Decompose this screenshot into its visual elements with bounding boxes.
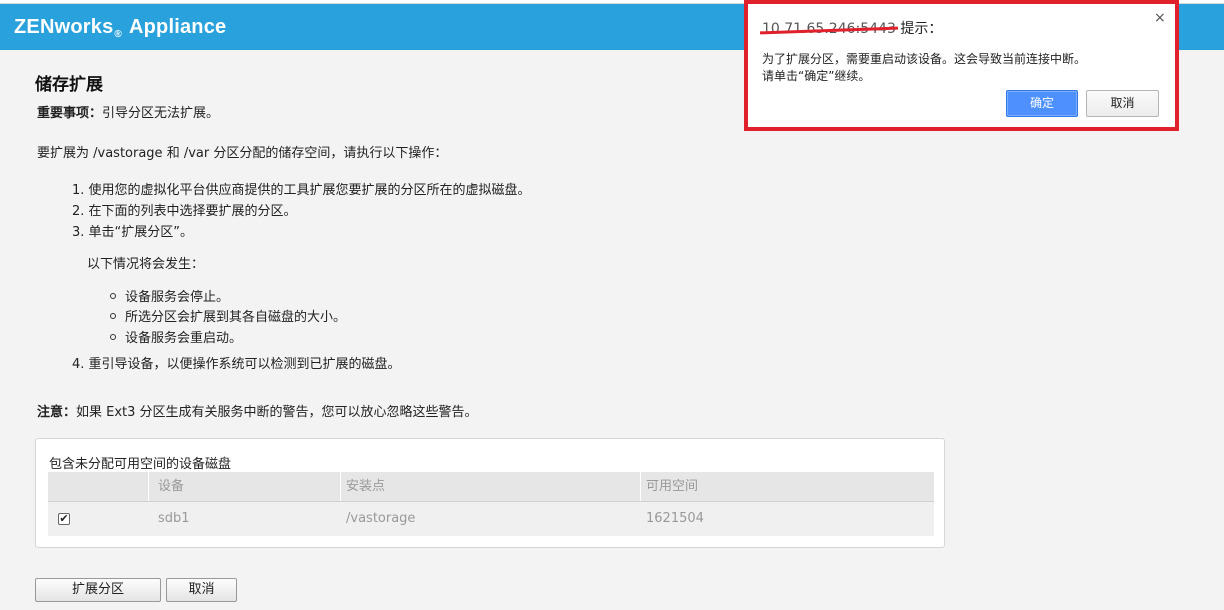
brand-logo: ZENworks® Appliance bbox=[14, 16, 227, 40]
step-2: 2. 在下面的列表中选择要扩展的分区。 bbox=[72, 204, 297, 219]
intro-text: 要扩展为 /vastorage 和 /var 分区分配的储存空间，请执行以下操作… bbox=[37, 146, 448, 161]
disk-table-header: 设备 安装点 可用空间 bbox=[48, 472, 934, 502]
step-1: 1. 使用您的虚拟化平台供应商提供的工具扩展您要扩展的分区所在的虚拟磁盘。 bbox=[72, 183, 531, 198]
dialog-title: 10.71.65.246:5443 提示： bbox=[762, 21, 943, 37]
bullet-item: 设备服务会停止。 bbox=[110, 286, 229, 305]
dialog-cancel-button[interactable]: 取消 bbox=[1086, 90, 1159, 117]
bullet-circle-icon bbox=[110, 313, 116, 319]
table-row[interactable]: ✔ sdb1 /vastorage 1621504 bbox=[48, 502, 934, 536]
row-checkbox[interactable]: ✔ bbox=[58, 513, 70, 525]
cell-device: sdb1 bbox=[158, 511, 190, 526]
expand-partition-button[interactable]: 扩展分区 bbox=[35, 578, 161, 602]
column-header-device[interactable]: 设备 bbox=[148, 472, 340, 501]
cell-free: 1621504 bbox=[646, 511, 704, 526]
page-title: 储存扩展 bbox=[35, 75, 103, 95]
note-label: 注意： bbox=[37, 405, 77, 420]
disk-panel-title: 包含未分配可用空间的设备磁盘 bbox=[49, 457, 232, 472]
cancel-button[interactable]: 取消 bbox=[166, 578, 237, 602]
disk-panel: 包含未分配可用空间的设备磁盘 设备 安装点 可用空间 ✔ sdb1 /vasto… bbox=[35, 438, 945, 548]
dialog-ok-button[interactable]: 确定 bbox=[1006, 90, 1078, 117]
step-4: 4. 重引导设备，以便操作系统可以检测到已扩展的磁盘。 bbox=[72, 357, 401, 372]
note-text: 如果 Ext3 分区生成有关服务中断的警告，您可以放心忽略这些警告。 bbox=[76, 405, 478, 420]
dialog-host: 10.71.65.246:5443 bbox=[762, 21, 896, 37]
dialog-message-line1: 为了扩展分区，需要重启动该设备。这会导致当前连接中断。 bbox=[762, 52, 1087, 66]
important-notice: 重要事项：引导分区无法扩展。 bbox=[37, 102, 219, 121]
bullet-item: 设备服务会重启动。 bbox=[110, 327, 242, 346]
note: 注意：如果 Ext3 分区生成有关服务中断的警告，您可以放心忽略这些警告。 bbox=[37, 401, 478, 420]
bullet-circle-icon bbox=[110, 334, 116, 340]
column-header-free[interactable]: 可用空间 bbox=[636, 472, 934, 501]
important-text: 引导分区无法扩展。 bbox=[102, 106, 220, 121]
step-3: 3. 单击“扩展分区”。 bbox=[72, 225, 194, 240]
close-icon[interactable]: × bbox=[1154, 10, 1166, 26]
important-label: 重要事项： bbox=[37, 106, 103, 121]
cell-mount: /vastorage bbox=[346, 511, 416, 526]
bullet-item: 所选分区会扩展到其各自磁盘的大小。 bbox=[110, 306, 346, 325]
column-header-mount[interactable]: 安装点 bbox=[336, 472, 636, 501]
sub-intro: 以下情况将会发生： bbox=[87, 257, 205, 272]
bullet-circle-icon bbox=[110, 293, 116, 299]
confirm-dialog: 10.71.65.246:5443 提示： × 为了扩展分区，需要重启动该设备。… bbox=[744, 0, 1179, 131]
dialog-message-line2: 请单击“确定”继续。 bbox=[762, 69, 871, 83]
